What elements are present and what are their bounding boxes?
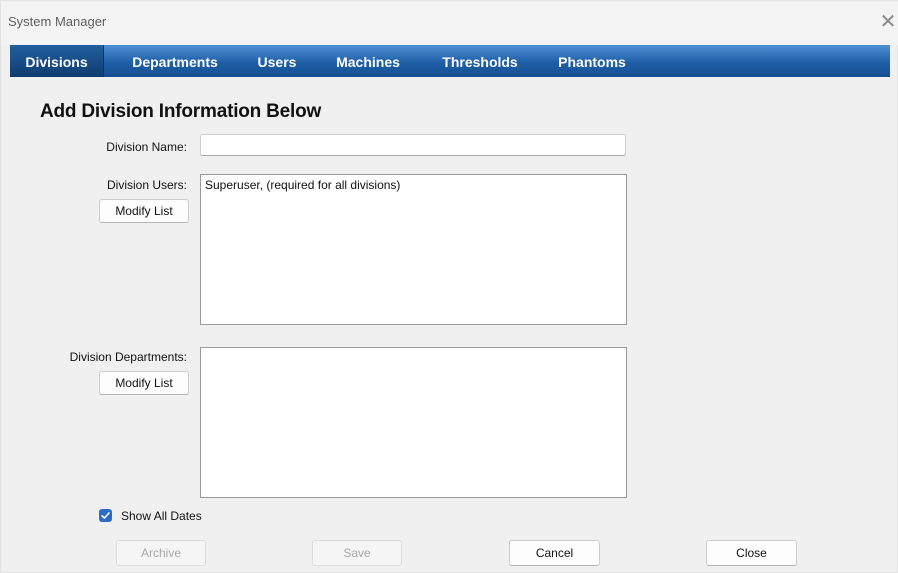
close-icon[interactable]: ✕: [877, 7, 898, 35]
archive-button[interactable]: Archive: [116, 540, 206, 566]
close-button[interactable]: Close: [706, 540, 797, 566]
tab-departments[interactable]: Departments: [116, 45, 234, 77]
cancel-button[interactable]: Cancel: [509, 540, 600, 566]
tab-thresholds[interactable]: Thresholds: [428, 45, 532, 77]
modify-users-list-button[interactable]: Modify List: [99, 199, 189, 223]
form-heading: Add Division Information Below: [40, 101, 322, 122]
window-title: System Manager: [8, 14, 107, 29]
modify-departments-list-button[interactable]: Modify List: [99, 371, 189, 395]
tab-bar: Divisions Departments Users Machines Thr…: [10, 45, 890, 77]
tab-users[interactable]: Users: [248, 45, 306, 77]
checkmark-icon: [101, 512, 110, 519]
save-button[interactable]: Save: [312, 540, 402, 566]
division-users-label: Division Users:: [106, 178, 187, 192]
division-departments-list[interactable]: [200, 347, 627, 498]
division-name-input[interactable]: [200, 134, 626, 156]
tab-divisions[interactable]: Divisions: [10, 45, 104, 77]
show-all-dates-checkbox[interactable]: [99, 509, 112, 522]
list-item[interactable]: Superuser, (required for all divisions): [205, 178, 622, 192]
division-departments-label: Division Departments:: [69, 350, 187, 364]
system-manager-window: System Manager ✕ Divisions Departments U…: [0, 0, 898, 573]
tab-machines[interactable]: Machines: [322, 45, 414, 77]
division-name-label: Division Name:: [106, 140, 187, 154]
division-users-list[interactable]: Superuser, (required for all divisions): [200, 174, 627, 325]
title-bar: System Manager ✕: [1, 1, 898, 45]
show-all-dates-label: Show All Dates: [121, 509, 202, 523]
tab-phantoms[interactable]: Phantoms: [546, 45, 638, 77]
